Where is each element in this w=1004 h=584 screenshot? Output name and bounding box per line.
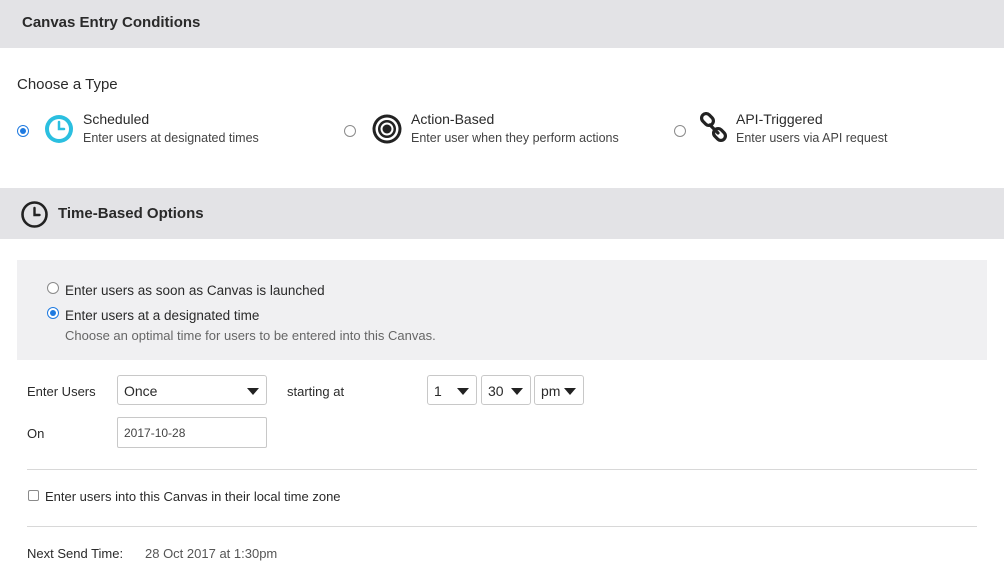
on-label: On (27, 426, 45, 441)
type-api-triggered-label[interactable]: API-Triggered (736, 111, 823, 127)
enter-on-launch-label[interactable]: Enter users as soon as Canvas is launche… (65, 283, 325, 298)
divider (27, 526, 977, 527)
type-action-based-radio[interactable] (344, 125, 356, 137)
choose-type-heading: Choose a Type (17, 76, 118, 93)
ampm-select[interactable]: pm (534, 375, 584, 405)
entry-conditions-header: Canvas Entry Conditions (0, 0, 1004, 48)
type-scheduled-description: Enter users at designated times (83, 131, 259, 145)
time-based-options-header: Time-Based Options (0, 188, 1004, 239)
type-scheduled-label[interactable]: Scheduled (83, 111, 149, 127)
link-icon (699, 112, 728, 143)
local-timezone-checkbox[interactable] (28, 490, 39, 501)
next-send-time-value: 28 Oct 2017 at 1:30pm (145, 546, 278, 561)
clock-icon (21, 201, 48, 228)
minute-select[interactable]: 30 (481, 375, 531, 405)
chevron-down-icon (457, 388, 469, 395)
frequency-value: Once (124, 383, 158, 399)
enter-at-designated-time-radio[interactable] (47, 307, 59, 319)
type-api-triggered-radio[interactable] (674, 125, 686, 137)
local-timezone-label[interactable]: Enter users into this Canvas in their lo… (45, 489, 341, 504)
hour-value: 1 (434, 383, 442, 399)
divider (27, 469, 977, 470)
frequency-select[interactable]: Once (117, 375, 267, 405)
entry-timing-options-panel: Enter users as soon as Canvas is launche… (17, 260, 987, 360)
starting-at-label: starting at (287, 384, 345, 399)
enter-at-designated-time-label[interactable]: Enter users at a designated time (65, 308, 259, 323)
designated-time-hint: Choose an optimal time for users to be e… (65, 328, 436, 343)
ampm-value: pm (541, 383, 561, 399)
type-api-triggered-description: Enter users via API request (736, 131, 888, 145)
next-send-time-label: Next Send Time: (27, 546, 124, 561)
chevron-down-icon (247, 388, 259, 395)
hour-select[interactable]: 1 (427, 375, 477, 405)
type-scheduled-radio[interactable] (17, 125, 29, 137)
section-title: Time-Based Options (58, 205, 204, 222)
enter-users-label: Enter Users (27, 384, 96, 399)
enter-on-launch-radio[interactable] (47, 282, 59, 294)
date-input[interactable]: 2017-10-28 (117, 417, 267, 448)
type-action-based-label[interactable]: Action-Based (411, 111, 494, 127)
type-action-based-description: Enter user when they perform actions (411, 131, 619, 145)
clock-icon (45, 115, 73, 143)
chevron-down-icon (511, 388, 523, 395)
date-value: 2017-10-28 (124, 426, 186, 440)
chevron-down-icon (564, 388, 576, 395)
minute-value: 30 (488, 383, 504, 399)
target-icon (372, 114, 402, 144)
page-title: Canvas Entry Conditions (22, 14, 201, 31)
